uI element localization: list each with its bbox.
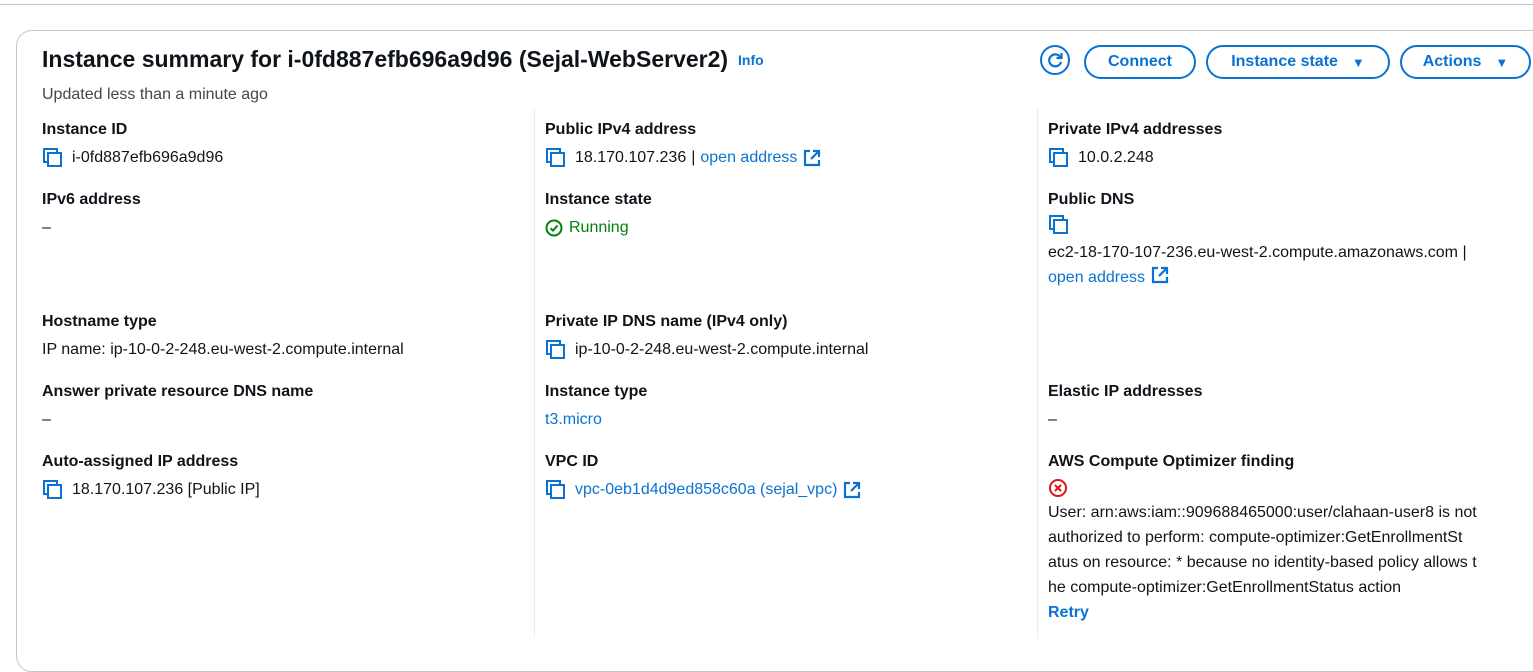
field-private-ip-dns: Private IP DNS name (IPv4 only) ip-10-0-…	[545, 312, 868, 362]
actions-button[interactable]: Actions ▼	[1400, 45, 1531, 79]
field-label: Answer private resource DNS name	[42, 383, 314, 400]
public-ipv4-value: 18.170.107.236	[575, 149, 687, 166]
retry-link[interactable]: Retry	[1048, 600, 1528, 625]
actions-button-label: Actions	[1422, 53, 1482, 70]
top-border	[0, 0, 1533, 5]
copy-icon[interactable]	[42, 147, 64, 168]
error-icon	[1049, 479, 1067, 497]
field-compute-optimizer: AWS Compute Optimizer finding User: arn:…	[1048, 452, 1528, 625]
copy-icon[interactable]	[42, 479, 64, 500]
field-label: Private IPv4 addresses	[1048, 121, 1223, 138]
refresh-button[interactable]	[1040, 45, 1070, 75]
page-title: Instance summary for i-0fd887efb696a9d96…	[42, 46, 764, 73]
column-divider	[1037, 108, 1038, 638]
field-label: AWS Compute Optimizer finding	[1048, 453, 1295, 470]
separator: |	[691, 149, 696, 166]
copy-icon[interactable]	[545, 479, 567, 500]
instance-state-button-label: Instance state	[1231, 53, 1338, 70]
instance-type-link[interactable]: t3.micro	[545, 407, 602, 432]
error-line: he compute-optimizer:GetEnrollmentStatus…	[1048, 579, 1402, 596]
hostname-type-value: IP name: ip-10-0-2-248.eu-west-2.compute…	[42, 341, 404, 358]
private-ipv4-value: 10.0.2.248	[1078, 149, 1154, 166]
column-divider	[534, 108, 535, 638]
open-address-link[interactable]: open address	[700, 145, 797, 170]
field-vpc-id: VPC ID vpc-0eb1d4d9ed858c60a (sejal_vpc)	[545, 452, 861, 502]
error-line: User: arn:aws:iam::909688465000:user/cla…	[1048, 504, 1477, 521]
auto-ip-value: 18.170.107.236 [Public IP]	[72, 481, 260, 498]
status-success-icon	[545, 219, 563, 236]
copy-icon[interactable]	[1048, 147, 1070, 168]
field-instance-type: Instance type t3.micro	[545, 382, 647, 432]
open-address-link[interactable]: open address	[1048, 269, 1145, 286]
field-public-dns: Public DNS ec2-18-170-107-236.eu-west-2.…	[1048, 190, 1467, 290]
field-label: Public IPv4 address	[545, 121, 697, 138]
instance-state-value: Running	[569, 219, 629, 236]
field-label: Public DNS	[1048, 191, 1135, 208]
field-label: Private IP DNS name (IPv4 only)	[545, 313, 788, 330]
field-public-ipv4: Public IPv4 address 18.170.107.236 | ope…	[545, 120, 821, 170]
page-title-text: Instance summary for i-0fd887efb696a9d96…	[42, 46, 729, 72]
field-label: Elastic IP addresses	[1048, 383, 1203, 400]
ipv6-value: –	[42, 219, 51, 236]
field-elastic-ip: Elastic IP addresses –	[1048, 382, 1202, 432]
external-link-icon[interactable]	[1151, 266, 1169, 284]
field-label: Hostname type	[42, 313, 157, 330]
field-label: VPC ID	[545, 453, 599, 470]
answer-dns-value: –	[42, 411, 51, 428]
field-ipv6-address: IPv6 address –	[42, 190, 141, 240]
error-line: atus on resource: * because no identity-…	[1048, 554, 1477, 571]
copy-icon[interactable]	[545, 147, 567, 168]
caret-down-icon: ▼	[1495, 54, 1509, 70]
connect-button[interactable]: Connect	[1084, 45, 1196, 79]
field-private-ipv4: Private IPv4 addresses 10.0.2.248	[1048, 120, 1222, 170]
info-link[interactable]: Info	[738, 52, 764, 68]
external-link-icon[interactable]	[843, 481, 861, 499]
error-line: authorized to perform: compute-optimizer…	[1048, 529, 1463, 546]
public-dns-value: ec2-18-170-107-236.eu-west-2.compute.ama…	[1048, 244, 1467, 261]
field-label: Instance state	[545, 191, 652, 208]
vpc-id-link[interactable]: vpc-0eb1d4d9ed858c60a (sejal_vpc)	[575, 477, 837, 502]
elastic-ip-value: –	[1048, 411, 1057, 428]
field-label: Auto-assigned IP address	[42, 453, 239, 470]
field-instance-id: Instance ID i-0fd887efb696a9d96	[42, 120, 223, 170]
field-auto-assigned-ip: Auto-assigned IP address 18.170.107.236 …	[42, 452, 260, 502]
private-dns-value: ip-10-0-2-248.eu-west-2.compute.internal	[575, 341, 869, 358]
copy-icon[interactable]	[545, 339, 567, 360]
external-link-icon[interactable]	[803, 149, 821, 167]
field-answer-private-dns: Answer private resource DNS name –	[42, 382, 313, 432]
field-hostname-type: Hostname type IP name: ip-10-0-2-248.eu-…	[42, 312, 404, 362]
instance-id-value: i-0fd887efb696a9d96	[72, 149, 224, 166]
refresh-icon	[1048, 53, 1063, 68]
copy-icon[interactable]	[1048, 215, 1070, 235]
optimizer-error-message: User: arn:aws:iam::909688465000:user/cla…	[1048, 500, 1528, 600]
instance-state-button[interactable]: Instance state ▼	[1206, 45, 1390, 79]
updated-text: Updated less than a minute ago	[42, 86, 268, 103]
connect-button-label: Connect	[1108, 53, 1172, 70]
field-label: Instance ID	[42, 121, 128, 138]
field-label: Instance type	[545, 383, 648, 400]
caret-down-icon: ▼	[1351, 54, 1365, 70]
field-instance-state: Instance state Running	[545, 190, 652, 240]
field-label: IPv6 address	[42, 191, 141, 208]
